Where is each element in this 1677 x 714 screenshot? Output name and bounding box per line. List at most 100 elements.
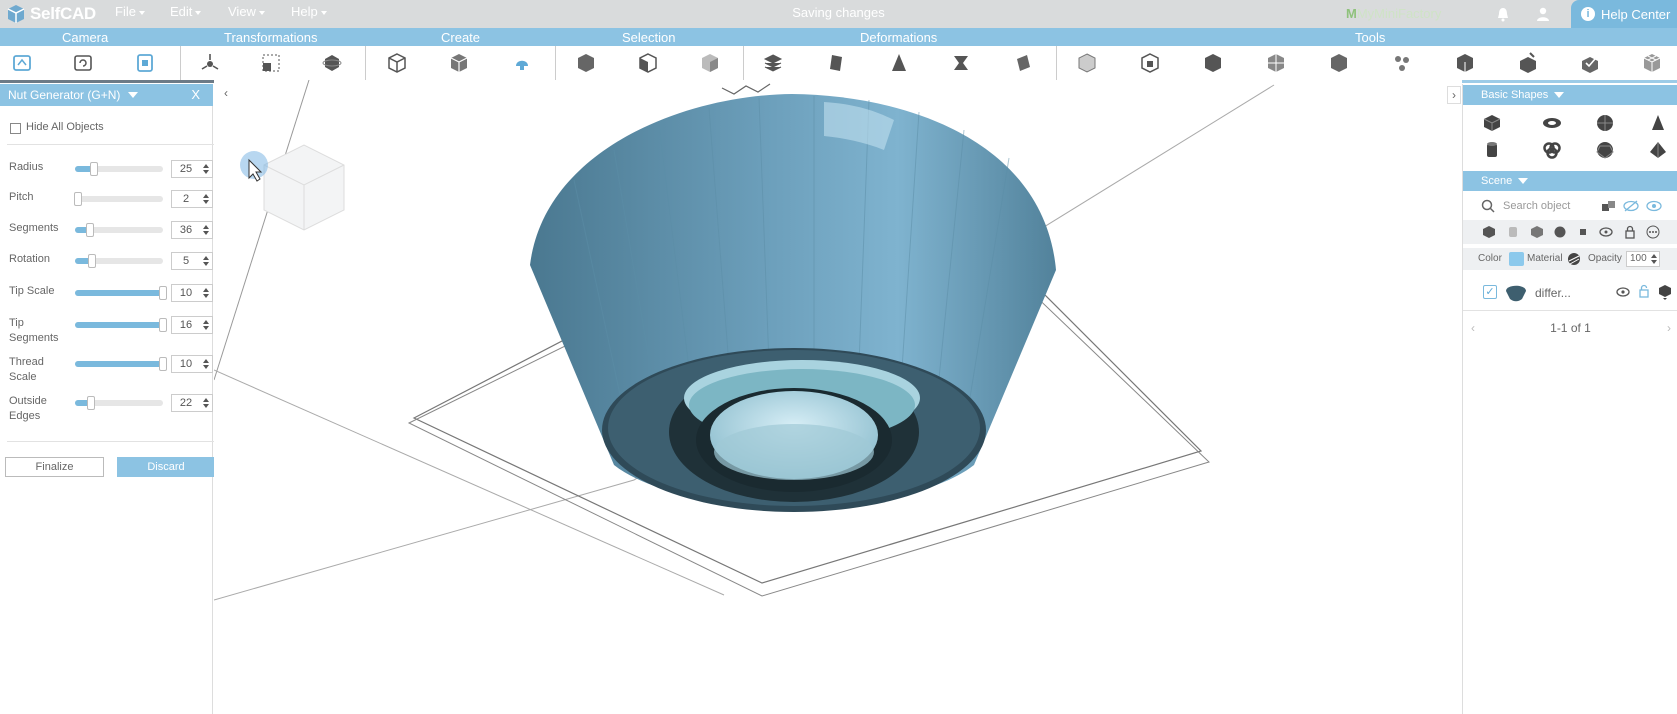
outside-edges-input[interactable]: 22: [171, 394, 213, 412]
radius-slider[interactable]: [75, 162, 163, 176]
scene-canvas[interactable]: [214, 80, 1462, 714]
spinner-icon[interactable]: [202, 224, 210, 236]
rotation-input[interactable]: 5: [171, 252, 213, 270]
tool-10-icon[interactable]: [1638, 49, 1666, 77]
camera-view-icon[interactable]: [8, 49, 36, 77]
3d-viewport[interactable]: [214, 80, 1462, 714]
tip-segments-input[interactable]: 16: [171, 316, 213, 334]
tool-4-icon[interactable]: [1262, 49, 1290, 77]
knot-shape-icon[interactable]: [1541, 139, 1563, 161]
tool-3-icon[interactable]: [1199, 49, 1227, 77]
move-icon[interactable]: [196, 49, 224, 77]
select-face-icon[interactable]: [634, 49, 662, 77]
cube-shape-icon[interactable]: [1481, 112, 1503, 134]
discard-button[interactable]: Discard: [117, 457, 215, 477]
spinner-icon[interactable]: [202, 193, 210, 205]
material-icon[interactable]: [1567, 252, 1581, 269]
lock-icon[interactable]: [1622, 224, 1638, 240]
segments-input[interactable]: 36: [171, 221, 213, 239]
search-object-field[interactable]: Search object: [1481, 196, 1601, 216]
group-icon[interactable]: [1601, 198, 1617, 214]
cone-shape-icon[interactable]: [1647, 112, 1669, 134]
bell-icon[interactable]: [1495, 6, 1511, 22]
pitch-slider[interactable]: [74, 192, 163, 206]
slider-knob[interactable]: [87, 396, 95, 410]
view-cube[interactable]: [263, 144, 345, 231]
tool-9-icon[interactable]: [1576, 49, 1604, 77]
torus-shape-icon[interactable]: [1541, 112, 1563, 134]
tool-1-icon[interactable]: [1073, 49, 1101, 77]
menu-help[interactable]: Help: [291, 4, 327, 19]
cube-outline-icon[interactable]: [1529, 224, 1545, 240]
bend-icon[interactable]: [947, 49, 975, 77]
spinner-icon[interactable]: [202, 287, 210, 299]
cylinder-shape-icon[interactable]: [1481, 139, 1503, 161]
taper-icon[interactable]: [885, 49, 913, 77]
more-icon[interactable]: [1645, 224, 1661, 240]
collapse-left-icon[interactable]: ‹: [224, 86, 238, 104]
rotate-camera-icon[interactable]: [69, 49, 97, 77]
spinner-icon[interactable]: [202, 358, 210, 370]
eye-icon[interactable]: [1646, 198, 1662, 214]
select-vertex-icon[interactable]: [696, 49, 724, 77]
slider-knob[interactable]: [159, 318, 167, 332]
spinner-icon[interactable]: [202, 397, 210, 409]
slider-knob[interactable]: [159, 286, 167, 300]
segments-slider[interactable]: [75, 223, 163, 237]
slider-knob[interactable]: [74, 192, 82, 206]
slider-knob[interactable]: [88, 254, 96, 268]
object-menu-icon[interactable]: [1658, 284, 1672, 305]
radius-input[interactable]: 25: [171, 160, 213, 178]
menu-file[interactable]: File: [115, 4, 145, 19]
spinner-icon[interactable]: [202, 163, 210, 175]
user-icon[interactable]: [1535, 6, 1551, 22]
spinner-icon[interactable]: [202, 255, 210, 267]
tool-6-icon[interactable]: [1388, 49, 1416, 77]
menu-edit[interactable]: Edit: [170, 4, 201, 19]
scale-icon[interactable]: [257, 49, 285, 77]
rotation-slider[interactable]: [75, 254, 163, 268]
generator-icon-active[interactable]: [508, 49, 536, 77]
tool-2-icon[interactable]: [1136, 49, 1164, 77]
hide-all-checkbox[interactable]: [10, 123, 21, 134]
sphere-shape-icon[interactable]: [1594, 112, 1616, 134]
pyramid-shape-icon[interactable]: [1647, 139, 1669, 161]
select-all-icon[interactable]: [572, 49, 600, 77]
tip-segments-slider[interactable]: [75, 318, 167, 332]
cube-icon[interactable]: [383, 49, 411, 77]
tool-7-icon[interactable]: [1451, 49, 1479, 77]
stack-icon[interactable]: [759, 49, 787, 77]
deform-icon[interactable]: [1009, 49, 1037, 77]
slider-knob[interactable]: [159, 357, 167, 371]
visibility-icon[interactable]: [1598, 224, 1614, 240]
spinner-icon[interactable]: [1651, 254, 1657, 264]
point-icon[interactable]: [1575, 224, 1591, 240]
myminifactory-link[interactable]: MMyMiniFactory: [1346, 6, 1441, 21]
spinner-icon[interactable]: [202, 319, 210, 331]
pitch-input[interactable]: 2: [171, 190, 213, 208]
geosphere-shape-icon[interactable]: [1594, 139, 1616, 161]
thread-scale-slider[interactable]: [75, 357, 167, 371]
selfcad-logo[interactable]: SelfCAD: [4, 2, 96, 26]
color-swatch[interactable]: [1509, 252, 1524, 266]
cylinder-icon[interactable]: [1505, 224, 1521, 240]
hide-icon[interactable]: [1623, 198, 1639, 214]
next-page-icon[interactable]: ›: [1667, 321, 1671, 335]
scene-header[interactable]: Scene: [1463, 171, 1677, 191]
tool-8-icon[interactable]: [1514, 49, 1542, 77]
help-center-button[interactable]: i Help Center: [1571, 0, 1677, 28]
basic-shapes-header[interactable]: Basic Shapes: [1463, 85, 1677, 105]
scene-object-row[interactable]: ✓ differ...: [1463, 280, 1677, 304]
shape-generator-icon[interactable]: [445, 49, 473, 77]
outside-edges-slider[interactable]: [75, 396, 163, 410]
object-checkbox[interactable]: ✓: [1483, 285, 1497, 299]
slider-knob[interactable]: [90, 162, 98, 176]
close-icon[interactable]: X: [191, 87, 200, 102]
tip-scale-input[interactable]: 10: [171, 284, 213, 302]
solid-cube-icon[interactable]: [1481, 224, 1497, 240]
finalize-button[interactable]: Finalize: [5, 457, 104, 477]
rotate-object-icon[interactable]: [318, 49, 346, 77]
collapse-right-icon[interactable]: ›: [1447, 86, 1461, 104]
tool-5-icon[interactable]: [1325, 49, 1353, 77]
sphere-icon[interactable]: [1552, 224, 1568, 240]
